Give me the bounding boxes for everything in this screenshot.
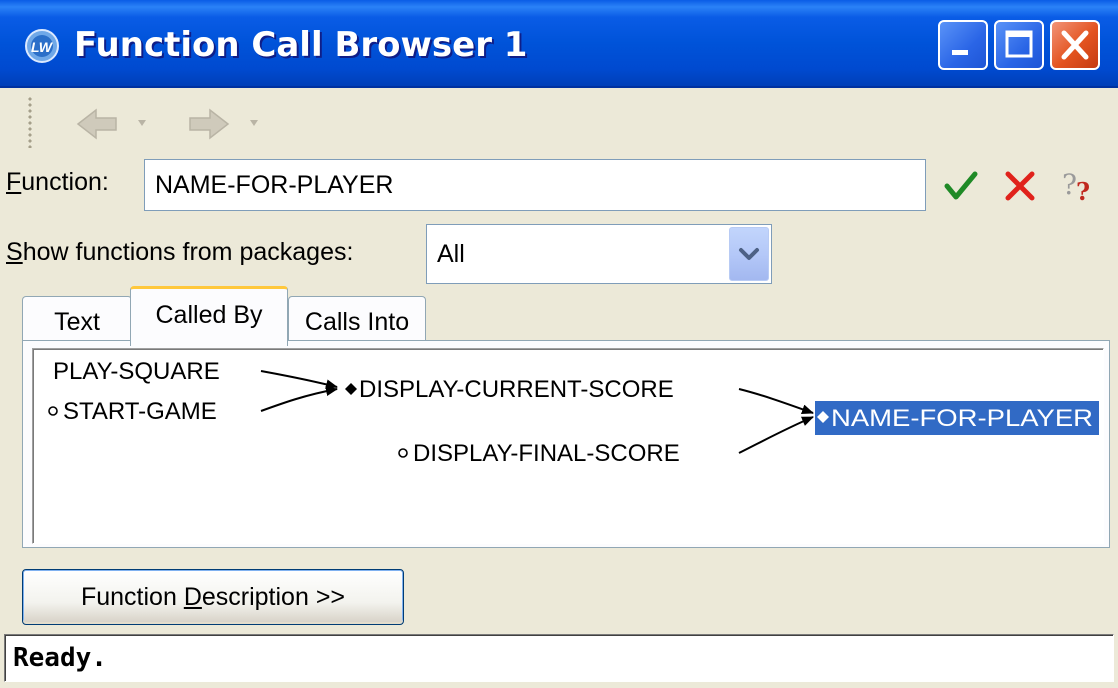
minimize-icon — [952, 50, 968, 55]
svg-text:?: ? — [1076, 177, 1090, 206]
status-text: Ready. — [13, 643, 107, 673]
edge-display-final-score-to-name-for-player — [738, 416, 814, 454]
red-x-icon[interactable] — [1004, 170, 1036, 202]
function-label: Function: — [6, 168, 109, 196]
back-arrow-icon[interactable] — [74, 104, 164, 144]
node-start-game[interactable]: START-GAME — [63, 398, 217, 425]
checkmark-icon[interactable] — [944, 170, 978, 202]
svg-text:LW: LW — [31, 39, 54, 55]
packages-label: Show functions from packages: — [6, 238, 354, 266]
toolbar — [0, 90, 1118, 156]
edge-start-game-to-display-current-score — [260, 386, 338, 412]
status-bar: Ready. — [4, 634, 1114, 682]
node-display-current-score[interactable]: DISPLAY-CURRENT-SCORE — [359, 376, 674, 403]
node-name-for-player[interactable]: NAME-FOR-PLAYER — [831, 405, 1093, 432]
forward-arrow-icon[interactable] — [186, 104, 276, 144]
display-final-score-open-circle-icon — [398, 448, 408, 458]
title-bar[interactable]: LW Function Call Browser 1 — [0, 0, 1118, 88]
edge-play-square-to-display-current-score — [260, 370, 338, 390]
tab-called-by[interactable]: Called By — [130, 286, 288, 346]
lispworks-icon: LW — [25, 29, 59, 63]
function-call-browser-window: LW Function Call Browser 1 Function: ? ?… — [0, 0, 1118, 688]
start-game-open-circle-icon — [48, 406, 58, 416]
tab-text[interactable]: Text — [22, 296, 132, 346]
node-display-final-score[interactable]: DISPLAY-FINAL-SCORE — [413, 440, 680, 467]
minimize-button[interactable] — [938, 20, 988, 70]
chevron-down-icon — [739, 248, 759, 260]
packages-select-value: All — [437, 240, 465, 268]
call-graph-canvas: PLAY-SQUARE START-GAME DISPLAY-CURRENT-S… — [48, 358, 1099, 467]
maximize-icon — [1005, 30, 1033, 58]
help-question-icon[interactable]: ? ? — [1060, 166, 1100, 206]
node-play-square[interactable]: PLAY-SQUARE — [53, 358, 220, 385]
close-button[interactable] — [1050, 20, 1100, 70]
function-description-button[interactable]: Function Description >> — [22, 569, 404, 625]
maximize-button[interactable] — [994, 20, 1044, 70]
tab-calls-into[interactable]: Calls Into — [288, 296, 426, 346]
packages-select[interactable]: All — [426, 224, 772, 284]
edge-display-current-score-to-name-for-player — [738, 388, 814, 415]
close-icon — [1061, 30, 1089, 60]
toolbar-grip[interactable] — [28, 96, 32, 148]
dropdown-button[interactable] — [729, 227, 769, 281]
svg-text:?: ? — [1062, 168, 1077, 201]
function-input[interactable] — [144, 159, 926, 211]
window-title: Function Call Browser 1 — [74, 25, 528, 65]
display-current-score-diamond-icon — [345, 383, 357, 395]
call-graph[interactable]: PLAY-SQUARE START-GAME DISPLAY-CURRENT-S… — [32, 348, 1104, 544]
